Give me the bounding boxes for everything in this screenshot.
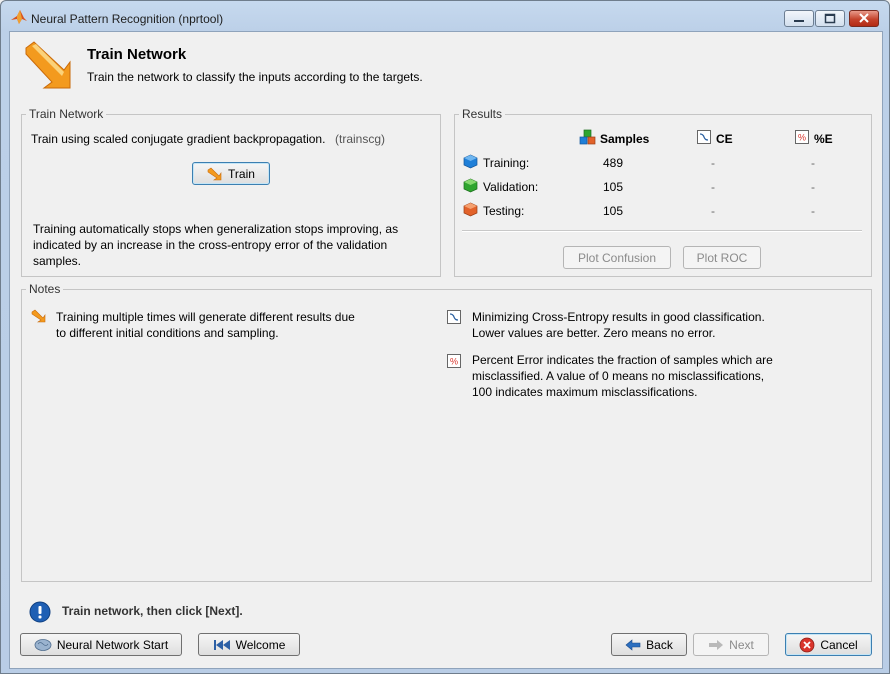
train-button-label: Train	[228, 166, 255, 181]
close-icon	[859, 13, 869, 23]
window-title: Neural Pattern Recognition (nprtool)	[31, 12, 224, 26]
status-message: Train network, then click [Next].	[62, 604, 243, 618]
next-label: Next	[729, 637, 754, 652]
validation-samples-value: 105	[603, 180, 624, 194]
svg-text:%: %	[450, 357, 458, 367]
results-separator	[462, 230, 862, 232]
neural-network-start-label: Neural Network Start	[56, 637, 169, 652]
plot-roc-button[interactable]: Plot ROC	[683, 246, 761, 269]
plot-confusion-button[interactable]: Plot Confusion	[563, 246, 671, 269]
note3-line-2: misclassified. A value of 0 means no mis…	[472, 369, 765, 383]
training-samples-value: 489	[603, 156, 624, 170]
training-ce-value: -	[711, 156, 715, 170]
note2-line-1: Minimizing Cross-Entropy results in good…	[472, 310, 765, 324]
matlab-logo-icon	[11, 10, 27, 24]
testing-samples-value: 105	[603, 204, 624, 218]
validation-label: Validation:	[483, 180, 539, 194]
svg-text:%: %	[798, 133, 806, 143]
testing-pe-value: -	[811, 204, 815, 218]
maximize-icon	[824, 13, 836, 24]
percent-error-note-icon: %	[447, 354, 461, 368]
train-description-line-3: samples.	[33, 254, 82, 268]
percent-error-icon: %	[795, 130, 809, 144]
training-method-code: (trainscg)	[335, 132, 386, 146]
ce-column-header: CE	[716, 132, 733, 146]
validation-cube-icon	[463, 178, 478, 193]
cancel-button[interactable]: Cancel	[785, 633, 872, 656]
notes-panel: Notes Training multiple times will gener…	[21, 282, 872, 582]
title-bar[interactable]: Neural Pattern Recognition (nprtool)	[1, 1, 889, 31]
train-network-panel: Train Network Train using scaled conjuga…	[21, 107, 441, 277]
cancel-icon	[799, 637, 815, 652]
note2-line-2: Lower values are better. Zero means no e…	[472, 326, 716, 340]
maximize-button[interactable]	[815, 10, 845, 27]
app-window: Neural Pattern Recognition (nprtool) Tra…	[0, 0, 890, 674]
note3-line-1: Percent Error indicates the fraction of …	[472, 353, 773, 367]
page-title: Train Network	[87, 46, 187, 63]
testing-cube-icon	[463, 202, 478, 217]
brain-icon	[34, 638, 52, 651]
training-cube-icon	[463, 154, 478, 169]
cross-entropy-note-icon	[447, 310, 461, 324]
welcome-label: Welcome	[235, 637, 286, 652]
arrow-right-icon	[709, 639, 724, 650]
close-window-button[interactable]	[849, 10, 879, 27]
train-description-line-2: indicated by an increase in the cross-en…	[33, 238, 388, 252]
train-panel-title: Train Network	[26, 107, 107, 121]
rewind-icon	[213, 639, 230, 650]
info-icon	[29, 601, 51, 623]
train-arrow-small-icon	[207, 167, 222, 180]
plot-roc-label: Plot ROC	[696, 250, 748, 265]
back-button[interactable]: Back	[611, 633, 687, 656]
training-method-text: Train using scaled conjugate gradient ba…	[31, 132, 326, 146]
train-arrow-note-icon	[31, 309, 46, 323]
back-label: Back	[646, 637, 673, 652]
minimize-icon	[794, 20, 804, 22]
validation-ce-value: -	[711, 180, 715, 194]
neural-network-start-button[interactable]: Neural Network Start	[20, 633, 182, 656]
minimize-button[interactable]	[784, 10, 814, 27]
arrow-left-icon	[625, 638, 641, 651]
results-panel-title: Results	[459, 107, 506, 121]
pe-column-header: %E	[814, 132, 833, 146]
welcome-button[interactable]: Welcome	[198, 633, 300, 656]
samples-cubes-icon	[579, 129, 596, 145]
training-pe-value: -	[811, 156, 815, 170]
results-panel: Results Samples CE % %E Training: 489 - …	[454, 107, 872, 277]
testing-label: Testing:	[483, 204, 525, 218]
client-area: Train Network Train the network to class…	[9, 31, 883, 669]
testing-ce-value: -	[711, 204, 715, 218]
train-description-line-1: Training automatically stops when genera…	[33, 222, 399, 236]
note1-line-1: Training multiple times will generate di…	[56, 310, 355, 324]
validation-pe-value: -	[811, 180, 815, 194]
page-subtitle: Train the network to classify the inputs…	[87, 70, 423, 84]
train-arrow-icon	[25, 41, 71, 89]
samples-column-header: Samples	[600, 132, 650, 146]
training-label: Training:	[483, 156, 530, 170]
next-button[interactable]: Next	[693, 633, 769, 656]
plot-confusion-label: Plot Confusion	[577, 250, 657, 265]
cancel-label: Cancel	[820, 637, 858, 652]
note1-line-2: to different initial conditions and samp…	[56, 326, 279, 340]
notes-panel-title: Notes	[26, 282, 64, 296]
cross-entropy-icon	[697, 130, 711, 144]
note3-line-3: 100 indicates maximum misclassifications…	[472, 385, 698, 399]
train-button[interactable]: Train	[192, 162, 270, 185]
